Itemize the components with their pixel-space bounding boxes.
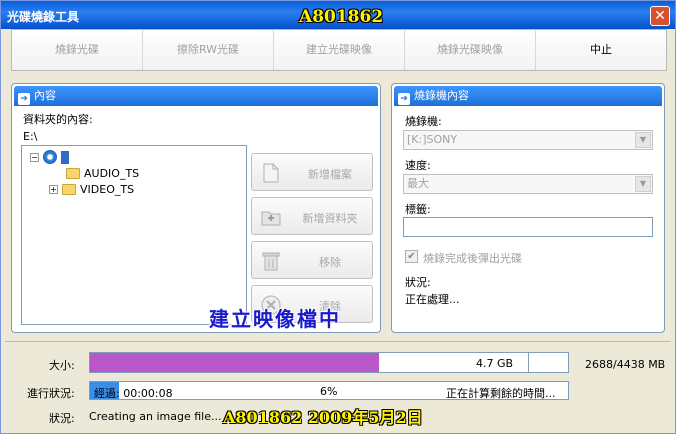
folder-contents-label: 資料夾的內容:: [23, 113, 93, 126]
size-bar-fill: [90, 353, 380, 372]
collapse-icon[interactable]: −: [30, 152, 39, 162]
status-label: 狀況:: [49, 412, 75, 425]
burner-panel-header: ➔ 燒錄機內容: [394, 86, 662, 106]
burn-disc-button[interactable]: 燒錄光碟: [12, 30, 143, 70]
close-button[interactable]: ✕: [650, 6, 670, 26]
add-folder-icon: [261, 211, 281, 226]
tree-item-label: [61, 150, 69, 164]
folder-icon: [66, 167, 80, 179]
progress-label: 進行狀況:: [27, 387, 75, 400]
main-toolbar: 燒錄光碟 擦除RW光碟 建立光碟映像 燒錄光碟映像 中止: [11, 29, 667, 71]
eject-checkbox[interactable]: ✔: [405, 250, 418, 263]
status-value: Creating an image file...: [89, 410, 222, 423]
arrow-right-icon: ➔: [398, 93, 410, 105]
disc-drive-icon: [43, 150, 57, 164]
content-panel-title: 內容: [34, 89, 56, 102]
folder-icon: [62, 183, 76, 195]
size-bar: 4.7 GB: [89, 352, 569, 373]
trash-icon: [262, 252, 280, 271]
label-label: 標籤:: [405, 203, 431, 216]
burner-status-label: 狀況:: [405, 276, 431, 289]
eject-checkbox-label: 燒錄完成後彈出光碟: [423, 252, 522, 265]
abort-button[interactable]: 中止: [536, 30, 666, 70]
current-path: E:\: [23, 130, 38, 143]
tree-item-drive[interactable]: −: [30, 149, 69, 165]
size-bar-text: 4.7 GB: [476, 357, 514, 370]
app-window: 光碟燒錄工具 A801862 ✕ 燒錄光碟 擦除RW光碟 建立光碟映像 燒錄光碟…: [0, 0, 676, 434]
progress-bar: 經過: 00:00:08 6% 正在計算剩餘的時間...: [89, 381, 569, 400]
add-folder-button[interactable]: 新增資料夾: [251, 197, 373, 235]
chevron-down-icon: ▼: [635, 176, 651, 192]
remove-button[interactable]: 移除: [251, 241, 373, 279]
window-title: 光碟燒錄工具: [7, 10, 80, 24]
progress-percent: 6%: [320, 385, 338, 398]
tree-item-audio-ts[interactable]: AUDIO_TS: [66, 165, 139, 181]
file-icon: [263, 163, 279, 183]
erase-rw-button[interactable]: 擦除RW光碟: [143, 30, 274, 70]
burner-panel-title: 燒錄機內容: [414, 89, 469, 102]
folder-tree[interactable]: − AUDIO_TS + VIDEO_TS: [21, 145, 247, 325]
elapsed-time: 經過: 00:00:08: [94, 387, 173, 400]
add-file-button[interactable]: 新增檔案: [251, 153, 373, 191]
tree-item-label: VIDEO_TS: [80, 182, 135, 196]
create-image-button[interactable]: 建立光碟映像: [274, 30, 405, 70]
size-readout: 2688/4438 MB: [585, 358, 666, 371]
arrow-right-icon: ➔: [18, 93, 30, 105]
burner-select[interactable]: [K:]SONY ▼: [403, 130, 653, 150]
content-panel-header: ➔ 內容: [14, 86, 378, 106]
expand-icon[interactable]: +: [49, 184, 58, 194]
burner-status-value: 正在處理...: [405, 293, 460, 306]
title-watermark: A801862: [299, 7, 384, 27]
disc-label-input[interactable]: [403, 217, 653, 237]
tree-item-video-ts[interactable]: + VIDEO_TS: [49, 181, 134, 197]
chevron-down-icon: ▼: [635, 132, 651, 148]
size-label: 大小:: [49, 359, 75, 372]
tree-item-label: AUDIO_TS: [84, 166, 140, 180]
capacity-marker: [528, 353, 529, 372]
burner-label: 燒錄機:: [405, 115, 442, 128]
creating-image-overlay: 建立映像檔中: [209, 307, 341, 331]
remaining-time: 正在計算剩餘的時間...: [446, 387, 556, 400]
title-bar[interactable]: 光碟燒錄工具 A801862 ✕: [1, 1, 675, 29]
speed-select[interactable]: 最大 ▼: [403, 174, 653, 194]
date-watermark: A801862 2009年5月2日: [223, 408, 423, 427]
speed-label: 速度:: [405, 159, 431, 172]
burn-image-button[interactable]: 燒錄光碟映像: [405, 30, 536, 70]
